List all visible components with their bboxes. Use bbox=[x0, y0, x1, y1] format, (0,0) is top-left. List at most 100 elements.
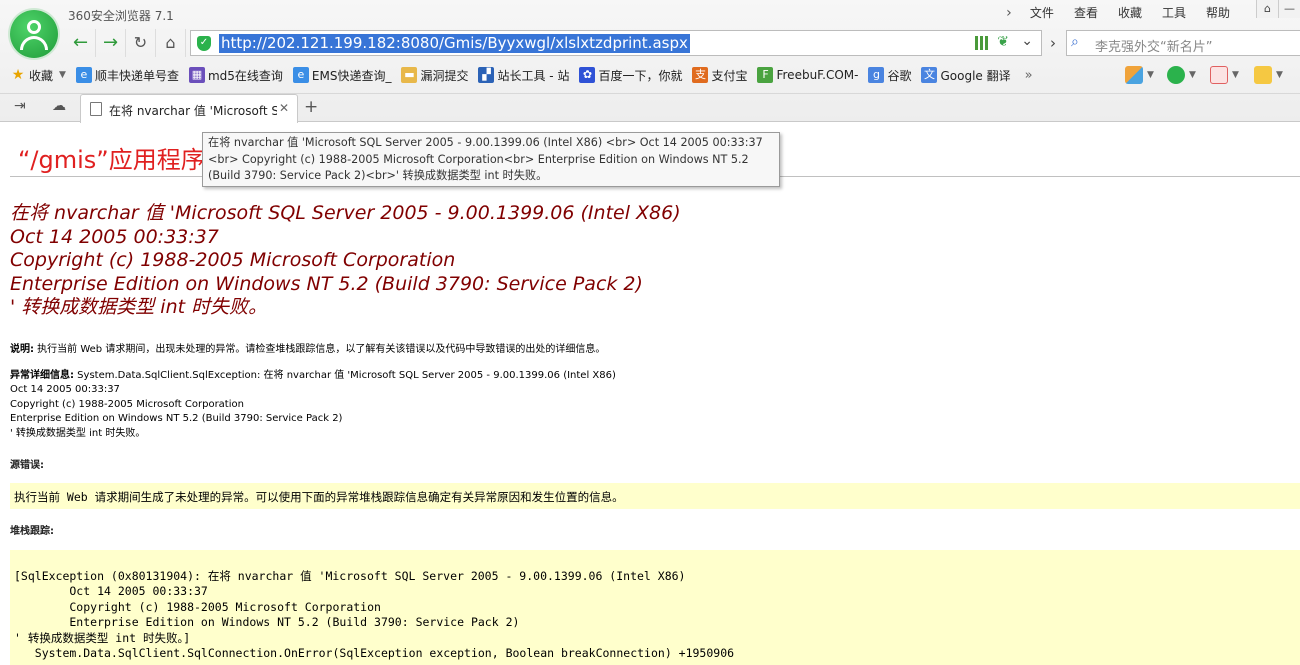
search-icon[interactable]: ⌕ bbox=[1071, 34, 1079, 50]
screenshot-icon bbox=[1254, 66, 1272, 84]
error-heading: 在将 nvarchar 值 'Microsoft SQL Server 2005… bbox=[10, 202, 681, 320]
go-arrow-icon[interactable]: › bbox=[1043, 30, 1063, 56]
stack-line: Copyright (c) 1988-2005 Microsoft Corpor… bbox=[14, 599, 381, 614]
favicon-icon: ▦ bbox=[188, 67, 205, 83]
money-shield-icon bbox=[1167, 66, 1185, 84]
error-line: ' 转换成数据类型 int 时失败。 bbox=[10, 296, 268, 318]
menu-tools[interactable]: 工具 bbox=[1152, 4, 1196, 22]
tab-bar: ⇥ ☁ 在将 nvarchar 值 'Microsoft S ✕ + bbox=[0, 93, 1300, 123]
favorite-item[interactable]: e EMS快递查询_ bbox=[292, 67, 391, 84]
logo-shoulders bbox=[20, 36, 48, 50]
tab-active[interactable]: 在将 nvarchar 值 'Microsoft S ✕ bbox=[80, 94, 298, 123]
back-icon[interactable]: ← bbox=[66, 29, 96, 57]
favorite-item[interactable]: 文 Google 翻译 bbox=[921, 67, 1011, 84]
stack-trace: [SqlException (0x80131904): 在将 nvarchar … bbox=[14, 569, 734, 661]
favorite-item[interactable]: ▞ 站长工具 - 站 bbox=[478, 67, 569, 84]
menu-bar: › 文件 查看 收藏 工具 帮助 bbox=[998, 4, 1240, 22]
address-url[interactable]: http://202.121.199.182:8080/Gmis/Byyxwgl… bbox=[219, 34, 690, 53]
stack-trace-label: 堆栈跟踪: bbox=[10, 526, 54, 537]
error-line: Enterprise Edition on Windows NT 5.2 (Bu… bbox=[10, 272, 643, 295]
tab-title: 在将 nvarchar 值 'Microsoft S bbox=[109, 104, 277, 118]
error-line: Oct 14 2005 00:33:37 bbox=[10, 225, 219, 248]
favorite-item[interactable]: 支支付宝 bbox=[692, 67, 747, 84]
address-bar[interactable]: ✓ http://202.121.199.182:8080/Gmis/Byyxw… bbox=[190, 30, 1042, 56]
search-box[interactable]: ⌕ 李克强外交“新名片” bbox=[1066, 30, 1300, 56]
favicon-icon: 支 bbox=[692, 67, 709, 83]
dropdown-arrow-icon[interactable]: ▼ bbox=[1232, 70, 1239, 80]
address-dropdown-icon[interactable]: ⌄ bbox=[1021, 33, 1033, 49]
more-favorites-icon[interactable]: » bbox=[1025, 68, 1033, 83]
menu-view[interactable]: 查看 bbox=[1064, 4, 1108, 22]
sidebar-toggle-icon[interactable]: ⇥ bbox=[14, 98, 26, 114]
stack-line: Enterprise Edition on Windows NT 5.2 (Bu… bbox=[14, 615, 520, 630]
page-icon bbox=[90, 102, 102, 116]
new-tab-icon[interactable]: + bbox=[304, 97, 318, 117]
ext-screenshot[interactable]: ▼ bbox=[1254, 66, 1283, 84]
stack-line: Oct 14 2005 00:33:37 bbox=[14, 584, 208, 599]
favorite-item[interactable]: F FreebuF.COM- bbox=[757, 67, 858, 83]
favicon-icon: ✿ bbox=[579, 67, 596, 83]
browser-chrome: 360安全浏览器 7.1 › 文件 查看 收藏 工具 帮助 ⌂ — ← → ↻ … bbox=[0, 0, 1300, 123]
apps-grid-icon bbox=[1125, 66, 1143, 84]
detail-line: Copyright (c) 1988-2005 Microsoft Corpor… bbox=[10, 398, 244, 410]
detail-line: System.Data.SqlClient.SqlException: 在将 n… bbox=[74, 370, 616, 381]
favicon-icon: 文 bbox=[921, 67, 938, 83]
skin-icon[interactable]: ⌂ bbox=[1256, 0, 1278, 18]
dropdown-arrow-icon[interactable]: ▼ bbox=[1147, 70, 1154, 80]
close-tab-icon[interactable]: ✕ bbox=[279, 101, 289, 115]
favicon-icon: g bbox=[868, 67, 885, 83]
ext-apps[interactable]: ▼ bbox=[1125, 66, 1154, 84]
tooltip-line: 在将 nvarchar 值 'Microsoft SQL Server 2005… bbox=[208, 136, 763, 149]
stack-line: [SqlException (0x80131904): 在将 nvarchar … bbox=[14, 569, 686, 583]
dropdown-arrow-icon[interactable]: ▼ bbox=[1189, 70, 1196, 80]
folder-icon: ▬ bbox=[401, 67, 418, 83]
error-line: Copyright (c) 1988-2005 Microsoft Corpor… bbox=[10, 249, 456, 271]
dropdown-arrow-icon[interactable]: ▼ bbox=[1276, 70, 1283, 80]
detail-label: 异常详细信息: bbox=[10, 370, 74, 381]
favorites-menu[interactable]: ★ 收藏 ▼ bbox=[10, 67, 66, 84]
refresh-icon[interactable]: ↻ bbox=[126, 29, 156, 57]
favicon-icon: ▞ bbox=[478, 67, 495, 83]
leaf-icon[interactable]: ❦ bbox=[997, 34, 1009, 50]
forward-icon[interactable]: → bbox=[96, 29, 126, 57]
favorite-item[interactable]: ▬ 漏洞提交 bbox=[401, 67, 468, 84]
description-text: 执行当前 Web 请求期间，出现未处理的异常。请检查堆栈跟踪信息，以了解有关该错… bbox=[34, 344, 606, 355]
favorite-item[interactable]: ✿ 百度一下，你就 bbox=[579, 67, 682, 84]
stack-line: ' 转换成数据类型 int 时失败。] bbox=[14, 630, 191, 645]
favorite-item[interactable]: ▦ md5在线查询 bbox=[188, 67, 283, 84]
favicon-icon: e bbox=[292, 67, 309, 83]
menu-favorites[interactable]: 收藏 bbox=[1108, 4, 1152, 22]
favicon-icon: e bbox=[75, 67, 92, 83]
source-error-label: 源错误: bbox=[10, 460, 44, 471]
cloud-icon[interactable]: ☁ bbox=[52, 98, 66, 114]
ext-pdf[interactable]: ▼ bbox=[1210, 66, 1239, 84]
page-content: “/gmis”应用程序 在将 nvarchar 值 'Microsoft SQL… bbox=[0, 122, 1300, 665]
dropdown-arrow-icon[interactable]: ▼ bbox=[59, 70, 66, 80]
ext-money[interactable]: ▼ bbox=[1167, 66, 1196, 84]
source-error-text: 执行当前 Web 请求期间生成了未处理的异常。可以使用下面的异常堆栈跟踪信息确定… bbox=[14, 490, 624, 504]
favorite-item[interactable]: e 顺丰快递单号查 bbox=[75, 67, 179, 84]
favorites-bar: ★ 收藏 ▼ e 顺丰快递单号查 ▦ md5在线查询 e EMS快递查询_ ▬ 漏洞提交… bbox=[0, 62, 1300, 88]
qr-code-icon[interactable] bbox=[975, 36, 989, 50]
window-title: 360安全浏览器 7.1 bbox=[68, 9, 174, 23]
home-icon[interactable]: ⌂ bbox=[156, 29, 186, 57]
security-shield-icon[interactable]: ✓ bbox=[197, 36, 211, 51]
search-placeholder: 李克强外交“新名片” bbox=[1095, 40, 1213, 55]
nav-buttons: ← → ↻ ⌂ bbox=[66, 29, 186, 57]
tab-tooltip: 在将 nvarchar 值 'Microsoft SQL Server 2005… bbox=[202, 132, 780, 187]
source-error-box: 执行当前 Web 请求期间生成了未处理的异常。可以使用下面的异常堆栈跟踪信息确定… bbox=[10, 483, 1300, 509]
menu-help[interactable]: 帮助 bbox=[1196, 4, 1240, 22]
detail-line: Oct 14 2005 00:33:37 bbox=[10, 384, 120, 396]
detail-line: ' 转换成数据类型 int 时失败。 bbox=[10, 427, 146, 439]
detail-line: Enterprise Edition on Windows NT 5.2 (Bu… bbox=[10, 413, 343, 425]
favorite-item[interactable]: g 谷歌 bbox=[868, 67, 911, 84]
description-label: 说明: bbox=[10, 344, 34, 355]
star-icon: ★ bbox=[11, 67, 25, 83]
chevron-right-icon[interactable]: › bbox=[998, 5, 1020, 21]
stack-trace-box: [SqlException (0x80131904): 在将 nvarchar … bbox=[10, 550, 1300, 665]
browser-logo-icon[interactable] bbox=[10, 10, 58, 58]
menu-file[interactable]: 文件 bbox=[1020, 4, 1064, 22]
favicon-icon: F bbox=[757, 67, 774, 83]
minimize-icon[interactable]: — bbox=[1278, 0, 1300, 18]
error-line: 在将 nvarchar 值 'Microsoft SQL Server 2005… bbox=[10, 202, 681, 224]
